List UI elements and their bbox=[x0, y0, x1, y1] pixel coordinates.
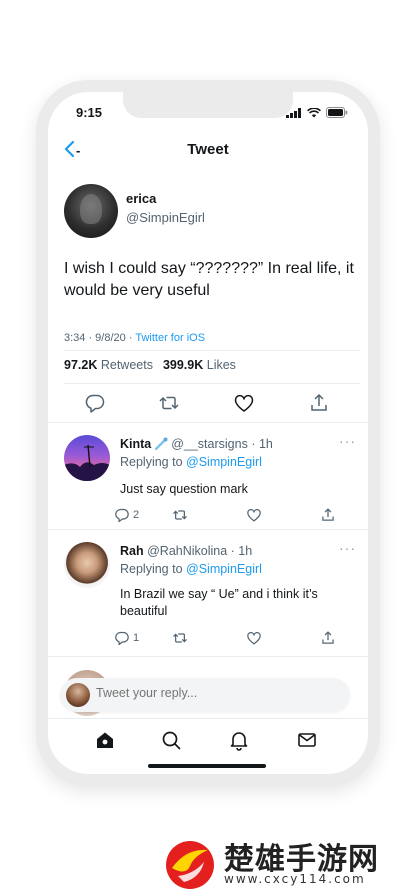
reply-avatar[interactable] bbox=[64, 542, 110, 588]
author-text: erica @SimpinEgirl bbox=[126, 191, 205, 238]
comet-emoji-icon bbox=[154, 437, 168, 451]
reply-icon bbox=[115, 631, 129, 646]
reply-time: · 1h bbox=[227, 544, 253, 558]
signal-icon bbox=[286, 107, 301, 118]
system-icons bbox=[286, 107, 348, 118]
author-name[interactable]: erica bbox=[126, 191, 205, 206]
tweet-text: I wish I could say “???????” In real lif… bbox=[64, 260, 354, 299]
reply-avatar[interactable] bbox=[64, 435, 110, 481]
top-nav: - Tweet bbox=[48, 134, 368, 166]
like-icon[interactable] bbox=[246, 507, 262, 523]
reply-text: In Brazil we say “ Ue” and i think it’s … bbox=[120, 587, 318, 618]
phone-frame: 9:15 - Tweet erica @SimpinEgirl I wish I… bbox=[36, 80, 380, 786]
reply-count: 2 bbox=[133, 509, 140, 521]
reply-text: Just say question mark bbox=[120, 482, 248, 496]
reply-time: · 1h bbox=[247, 437, 273, 451]
more-icon[interactable]: ··· bbox=[339, 540, 356, 556]
reply-icon[interactable] bbox=[84, 392, 106, 414]
retweets-label: Retweets bbox=[100, 358, 153, 372]
reply-reply-button[interactable]: 2 bbox=[114, 507, 139, 523]
wifi-icon bbox=[307, 107, 321, 117]
retweet-icon[interactable] bbox=[172, 630, 188, 646]
composer-avatar bbox=[66, 683, 90, 707]
reply-handle[interactable]: @RahNikolina bbox=[147, 544, 227, 558]
share-icon[interactable] bbox=[320, 507, 336, 523]
reply-reply-button[interactable]: 1 bbox=[114, 630, 139, 646]
status-bar: 9:15 bbox=[48, 92, 368, 128]
page-title: Tweet bbox=[187, 141, 229, 158]
share-icon[interactable] bbox=[320, 630, 336, 646]
watermark-logo-icon bbox=[166, 841, 214, 889]
like-icon[interactable] bbox=[233, 392, 255, 414]
tweet-stats: 97.2K Retweets 399.9K Likes bbox=[64, 358, 236, 372]
reply-composer[interactable] bbox=[60, 678, 350, 712]
messages-icon[interactable] bbox=[296, 729, 318, 751]
avatar-scene bbox=[64, 444, 110, 481]
tweet-author[interactable]: erica @SimpinEgirl bbox=[64, 184, 205, 238]
tab-bar bbox=[48, 718, 368, 758]
status-time: 9:15 bbox=[76, 105, 103, 120]
author-avatar[interactable] bbox=[64, 184, 118, 238]
reply-context: Replying to @SimpinEgirl bbox=[120, 562, 262, 576]
reply-name[interactable]: Kinta bbox=[120, 437, 151, 451]
page: 9:15 - Tweet erica @SimpinEgirl I wish I… bbox=[0, 0, 414, 896]
author-handle[interactable]: @SimpinEgirl bbox=[126, 210, 205, 225]
replying-mention[interactable]: @SimpinEgirl bbox=[186, 562, 262, 576]
more-icon[interactable]: ··· bbox=[339, 433, 356, 449]
reply-header: Kinta @__starsigns · 1h bbox=[120, 437, 273, 451]
tweet-client-link[interactable]: Twitter for iOS bbox=[135, 332, 205, 344]
reply-header: Rah @RahNikolina · 1h bbox=[120, 544, 252, 558]
reply-icon bbox=[115, 508, 129, 523]
tweet-actions bbox=[48, 392, 368, 416]
battery-icon bbox=[326, 107, 348, 118]
reply-item[interactable]: Kinta @__starsigns · 1h ··· Replying to … bbox=[48, 423, 368, 529]
divider bbox=[48, 656, 368, 657]
retweet-icon[interactable] bbox=[158, 392, 180, 414]
likes-stat[interactable]: 399.9K Likes bbox=[163, 358, 236, 372]
reply-input[interactable] bbox=[96, 686, 326, 700]
home-indicator bbox=[148, 764, 266, 768]
phone-screen: 9:15 - Tweet erica @SimpinEgirl I wish I… bbox=[48, 92, 368, 774]
watermark: 楚雄手游网 www.cxcy114.com bbox=[164, 832, 404, 892]
likes-count: 399.9K bbox=[162, 358, 204, 372]
retweet-icon[interactable] bbox=[172, 507, 188, 523]
reply-count: 1 bbox=[133, 632, 140, 644]
like-icon[interactable] bbox=[246, 630, 262, 646]
replying-mention[interactable]: @SimpinEgirl bbox=[186, 455, 262, 469]
reply-actions: 1 bbox=[114, 630, 354, 648]
likes-label: Likes bbox=[206, 358, 236, 372]
share-icon[interactable] bbox=[308, 392, 330, 414]
reply-name[interactable]: Rah bbox=[120, 544, 144, 558]
divider bbox=[64, 383, 360, 384]
replying-prefix: Replying to bbox=[120, 455, 187, 469]
watermark-url: www.cxcy114.com bbox=[224, 872, 366, 886]
retweets-count: 97.2K bbox=[64, 358, 98, 372]
reply-context: Replying to @SimpinEgirl bbox=[120, 455, 262, 469]
notifications-icon[interactable] bbox=[228, 729, 250, 751]
replying-prefix: Replying to bbox=[120, 562, 187, 576]
home-icon[interactable] bbox=[94, 729, 116, 751]
reply-item[interactable]: Rah @RahNikolina · 1h ··· Replying to @S… bbox=[48, 530, 368, 656]
reply-handle[interactable]: @__starsigns bbox=[171, 437, 248, 451]
search-icon[interactable] bbox=[160, 729, 182, 751]
tweet-meta: 3:34 · 9/8/20 · Twitter for iOS bbox=[64, 332, 205, 344]
reply-actions: 2 bbox=[114, 507, 354, 525]
retweets-stat[interactable]: 97.2K Retweets bbox=[64, 358, 153, 372]
tweet-timestamp: 3:34 · 9/8/20 · bbox=[64, 332, 136, 344]
divider bbox=[64, 350, 360, 351]
